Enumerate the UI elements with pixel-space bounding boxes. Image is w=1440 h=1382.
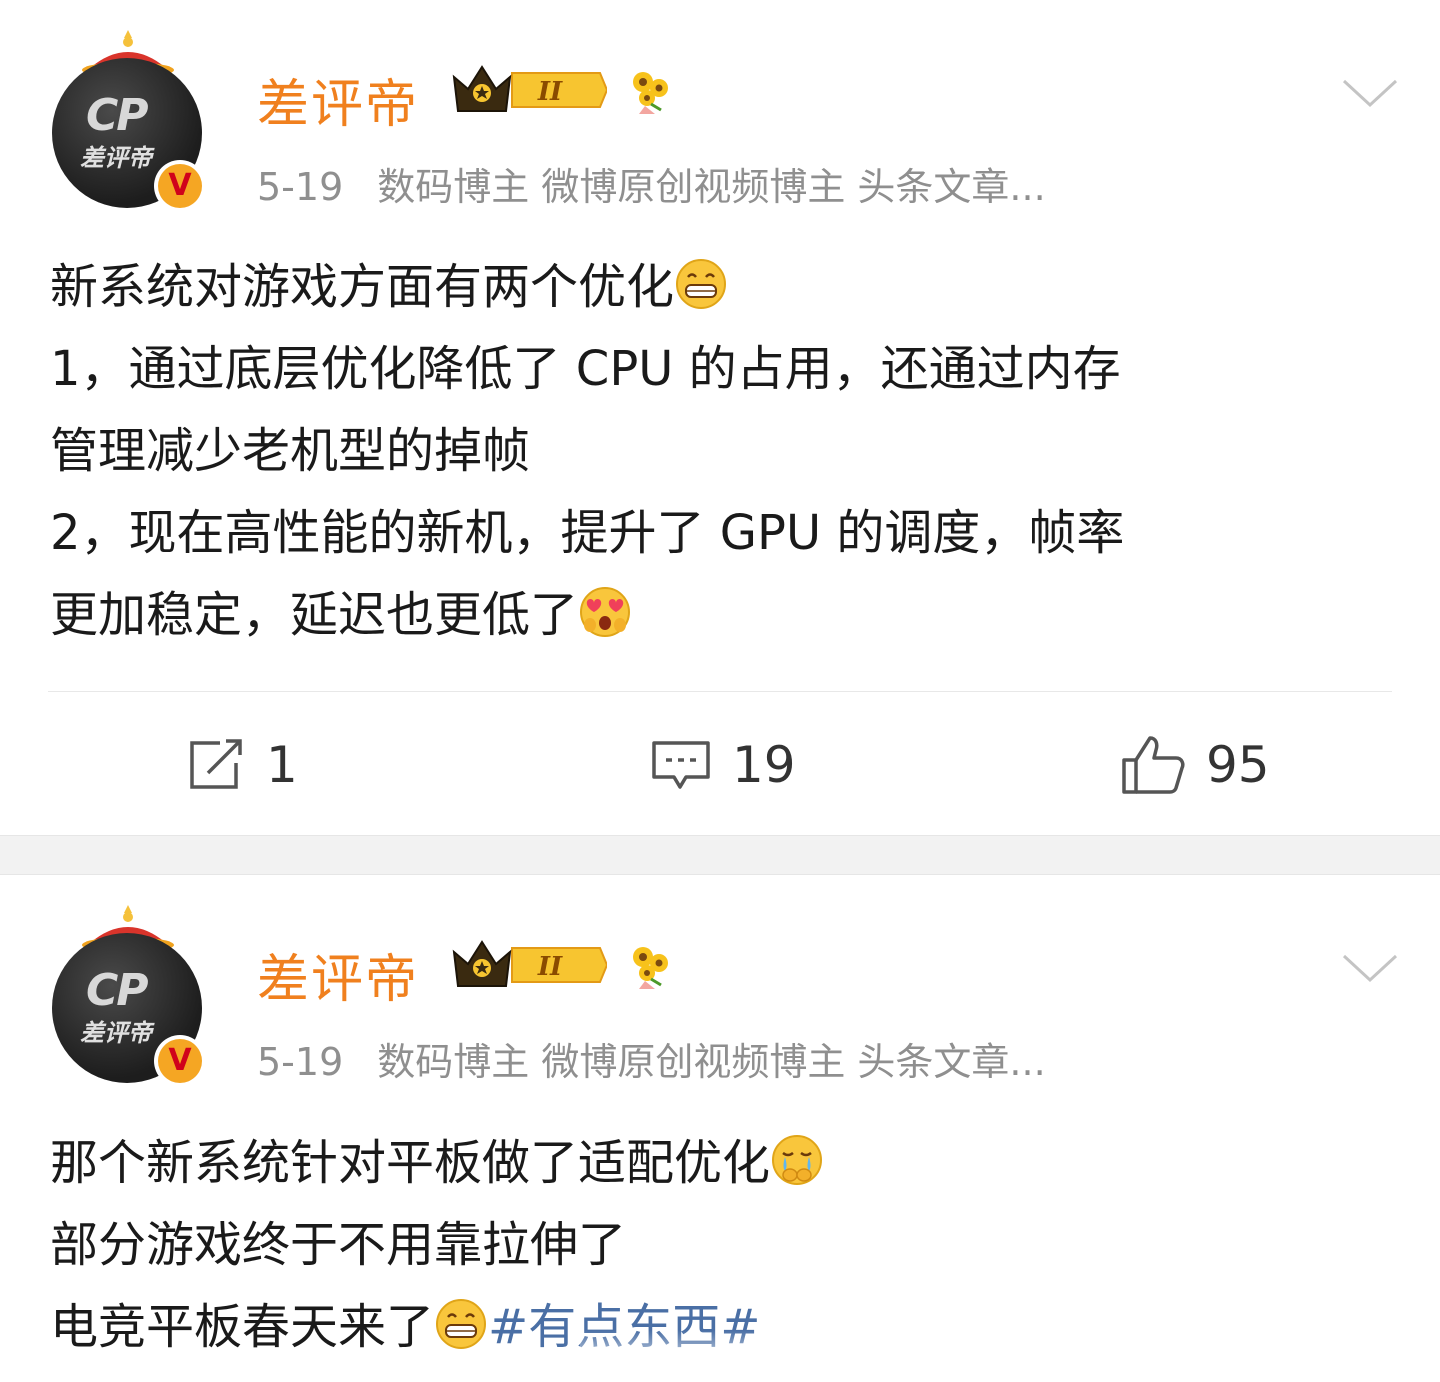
chevron-down-icon[interactable] [1340,948,1400,988]
sunflower-icon[interactable] [625,66,675,116]
like-count: 95 [1206,736,1270,794]
vip-level-label: II [537,77,563,107]
repost-icon [190,739,242,789]
post-date: 5-19 [257,165,344,209]
thumbs-up-icon [1122,736,1185,794]
content-line: 2，现在高性能的新机，提升了 GPU 的调度，帧率 [50,505,1125,561]
vip-crown-icon[interactable]: II [452,63,607,118]
verified-badge: V [154,160,206,212]
verified-icon: V [158,1039,202,1083]
content-line: 那个新系统针对平板做了适配优化 [50,1122,1390,1204]
comment-icon [652,741,710,789]
chevron-down-icon[interactable] [1340,73,1400,113]
post-meta: 5-19 数码博主 微博原创视频博主 头条文章... [257,156,1046,211]
like-button[interactable]: 95 [1120,735,1270,795]
comment-count: 19 [732,736,796,794]
post-date: 5-19 [257,1040,344,1084]
content-line: 管理减少老机型的掉帧 [50,423,531,479]
comment-button[interactable]: 19 [650,735,796,795]
content-line: 更加稳定，延迟也更低了 [50,574,1390,656]
avatar-logo: CP [86,965,149,1016]
avatar-logo: CP [86,90,149,141]
post-content: 新系统对游戏方面有两个优化 1，通过底层优化降低了 CPU 的占用，还通过内存 … [50,246,1390,656]
author-tags: 数码博主 微博原创视频博主 头条文章... [377,165,1046,209]
repost-count: 1 [266,736,298,794]
feed-divider [0,835,1440,875]
verified-icon: V [158,164,202,208]
crying-emoji-icon [772,1135,823,1185]
post-meta: 5-19 数码博主 微博原创视频博主 头条文章... [257,1031,1046,1086]
watermark-fade [580,1330,840,1370]
content-line: 部分游戏终于不用靠拉伸了 [50,1217,627,1273]
avatar[interactable]: CP 差评帝 V [52,28,212,212]
action-bar-divider [48,691,1392,692]
avatar[interactable]: CP 差评帝 V [52,903,212,1087]
author-tags: 数码博主 微博原创视频博主 头条文章... [377,1040,1046,1084]
vip-crown-icon[interactable]: II [452,938,607,993]
grin-emoji-icon [436,1299,487,1349]
heart-eyes-emoji-icon [580,587,631,637]
post-card: CP 差评帝 V 差评帝 II 5-19 数码博主 微博原创视频博主 头条文章..… [0,0,1440,835]
content-line: 1，通过底层优化降低了 CPU 的占用，还通过内存 [50,341,1121,397]
content-line: 新系统对游戏方面有两个优化 [50,246,1390,328]
avatar-name-text: 差评帝 [80,144,152,172]
vip-level-label: II [537,952,563,982]
grin-emoji-icon [676,259,727,309]
post-card: CP 差评帝 V 差评帝 II 5-19 数码博主 微博原创视频博主 头条文章..… [0,875,1440,1382]
username[interactable]: 差评帝 [257,937,419,1012]
username[interactable]: 差评帝 [257,62,419,137]
repost-button[interactable]: 1 [186,735,298,795]
verified-badge: V [154,1035,206,1087]
avatar-name-text: 差评帝 [80,1019,152,1047]
sunflower-icon[interactable] [625,941,675,991]
